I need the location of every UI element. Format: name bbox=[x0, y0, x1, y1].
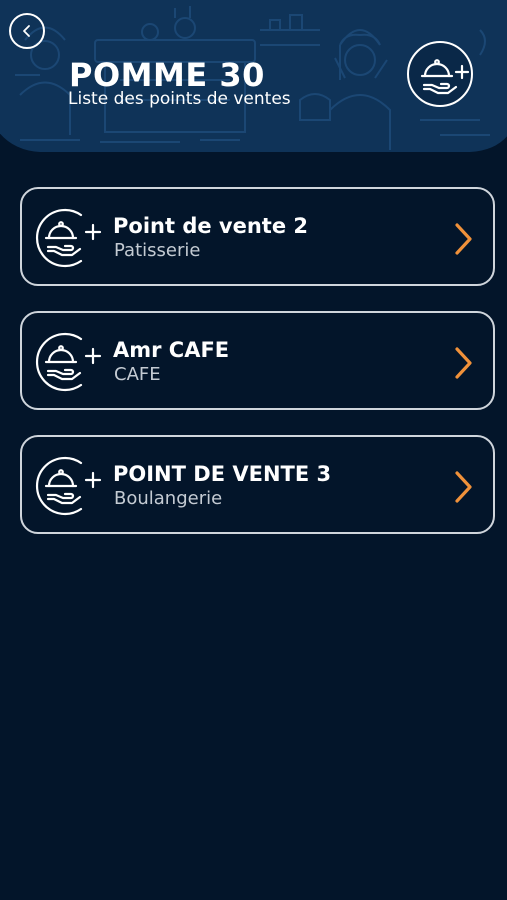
add-point-de-vente-button[interactable] bbox=[407, 41, 473, 107]
header: POMME 30 Liste des points de ventes bbox=[0, 0, 507, 152]
serving-cloche-plus-icon bbox=[35, 332, 102, 392]
point-de-vente-name: Point de vente 2 bbox=[113, 214, 308, 238]
back-button[interactable] bbox=[9, 13, 45, 49]
point-de-vente-type: CAFE bbox=[114, 364, 161, 385]
serving-cloche-plus-icon bbox=[420, 59, 470, 95]
point-de-vente-name: POINT DE VENTE 3 bbox=[113, 462, 332, 486]
chevron-right-icon bbox=[455, 347, 472, 379]
point-de-vente-type: Patisserie bbox=[114, 240, 201, 261]
serving-cloche-plus-icon bbox=[35, 208, 102, 268]
chevron-right-icon bbox=[455, 471, 472, 503]
serving-cloche-plus-icon bbox=[35, 456, 102, 516]
point-de-vente-name: Amr CAFE bbox=[113, 338, 230, 362]
point-de-vente-card[interactable]: POINT DE VENTE 3 Boulangerie bbox=[20, 435, 495, 534]
chevron-left-icon bbox=[23, 25, 30, 37]
chevron-right-icon bbox=[455, 223, 472, 255]
point-de-vente-card[interactable]: Amr CAFE CAFE bbox=[20, 311, 495, 410]
point-de-vente-type: Boulangerie bbox=[114, 488, 223, 509]
page-subtitle: Liste des points de ventes bbox=[68, 89, 291, 109]
points-de-vente-list: Point de vente 2 Patisserie Amr CAFE CAF… bbox=[20, 187, 495, 559]
point-de-vente-card[interactable]: Point de vente 2 Patisserie bbox=[20, 187, 495, 286]
